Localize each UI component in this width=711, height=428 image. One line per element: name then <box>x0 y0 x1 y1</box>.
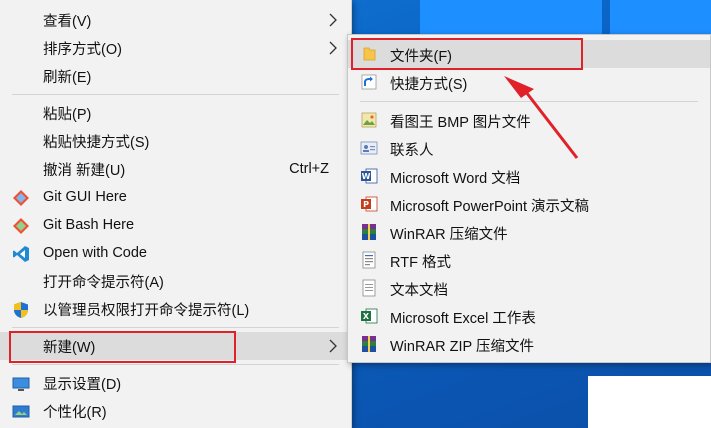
annotation-arrow <box>504 76 579 159</box>
